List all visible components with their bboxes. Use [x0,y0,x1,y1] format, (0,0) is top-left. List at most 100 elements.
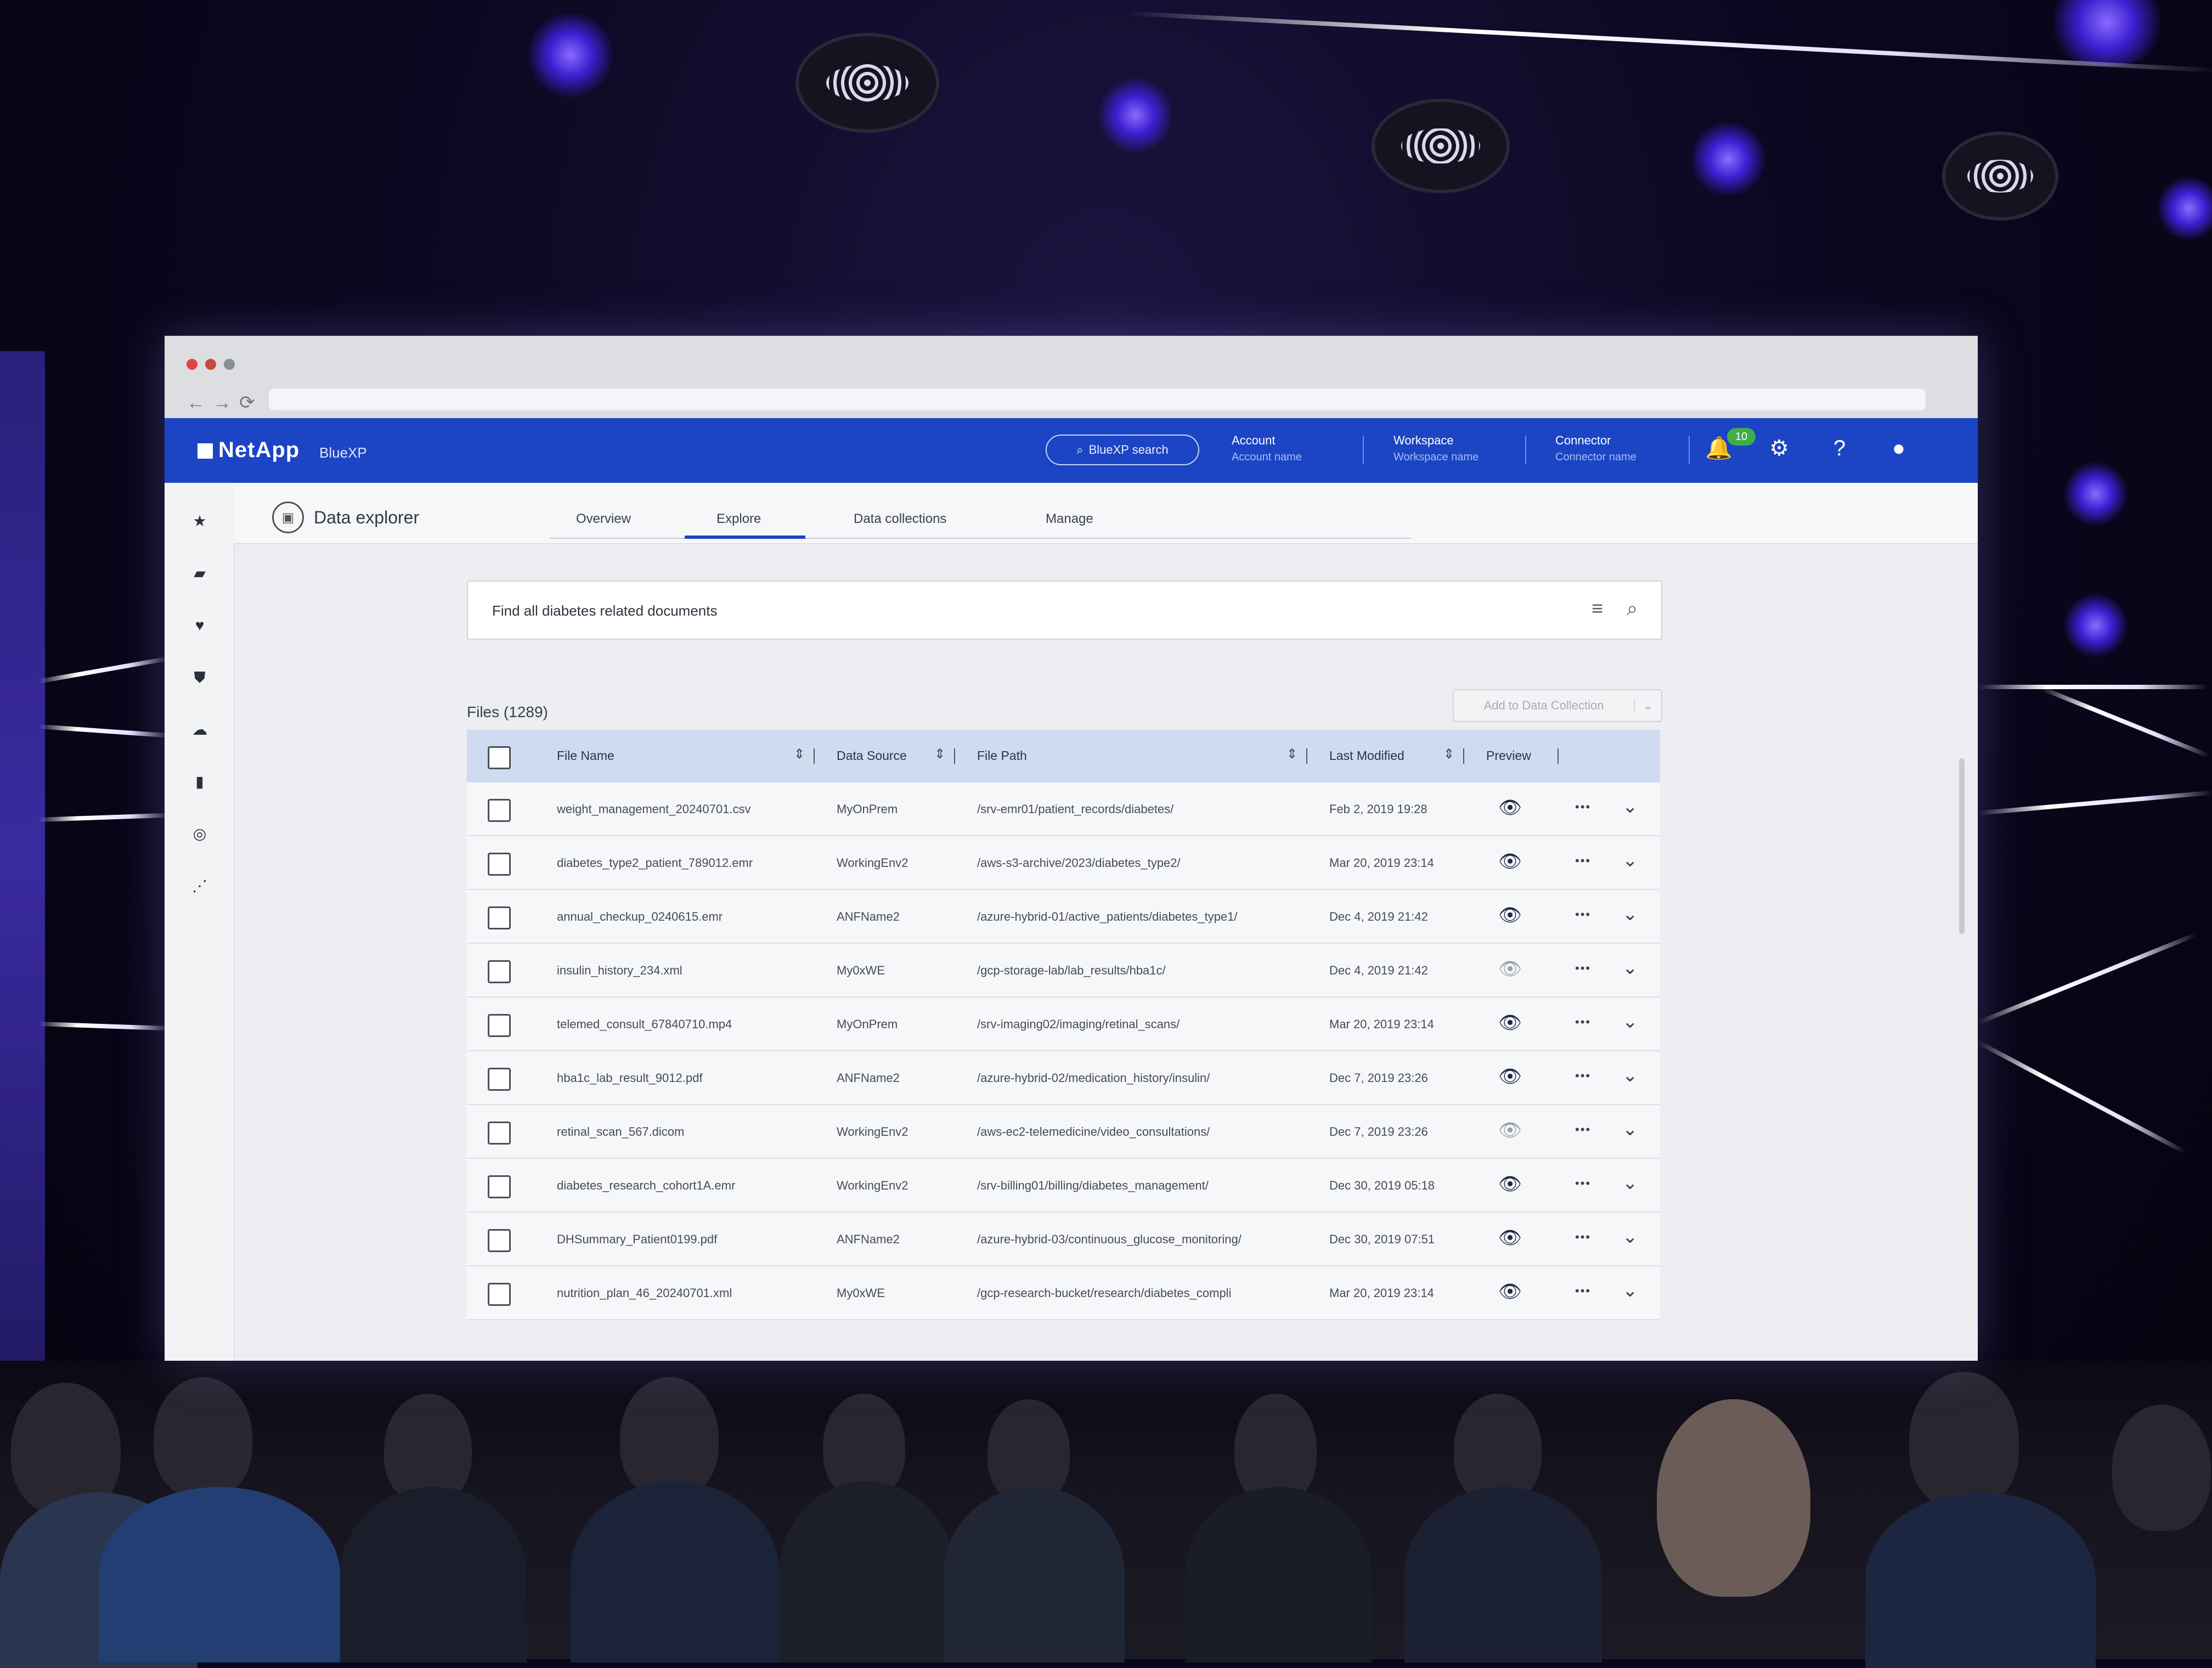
data-source: WorkingEnv2 [837,1125,909,1139]
column-header-data-source[interactable]: Data Source [837,748,907,763]
help-icon[interactable]: ? [1826,435,1853,462]
sort-icon[interactable]: ⇕ [1286,746,1297,762]
eye-icon[interactable]: 👁 [1498,1012,1522,1034]
tab-data-collections[interactable]: Data collections [854,511,946,527]
file-name[interactable]: weight_management_20240701.csv [557,802,751,816]
natural-language-search-input[interactable]: Find all diabetes related documents ≡ ⌕ [467,581,1662,640]
table-row[interactable]: retinal_scan_567.dicom WorkingEnv2/aws-ec… [467,1105,1660,1159]
address-bar[interactable] [269,388,1926,410]
bar-chart-icon[interactable]: ▮ [189,771,211,793]
tab-explore[interactable]: Explore [716,511,761,527]
file-name[interactable]: telemed_consult_67840710.mp4 [557,1017,732,1032]
chevron-down-icon[interactable]: ⌄ [1622,1064,1638,1086]
chevron-down-icon[interactable]: ⌄ [1634,698,1661,713]
search-icon[interactable]: ⌕ [1627,597,1638,621]
column-header-file-name[interactable]: File Name [557,748,614,763]
file-name[interactable]: diabetes_type2_patient_789012.emr [557,856,753,870]
netapp-logo[interactable]: NetApp [198,438,300,463]
tab-manage[interactable]: Manage [1046,511,1093,527]
row-checkbox[interactable] [488,1229,511,1252]
column-header-file-path[interactable]: File Path [977,748,1027,763]
more-actions-icon[interactable]: ••• [1575,1015,1591,1029]
workspace-selector[interactable]: Workspace Workspace name [1393,432,1479,465]
file-name[interactable]: hba1c_lab_result_9012.pdf [557,1071,702,1085]
table-row[interactable]: nutrition_plan_46_20240701.xml My0xWE/gcp… [467,1266,1660,1320]
tab-overview[interactable]: Overview [576,511,631,527]
chevron-down-icon[interactable]: ⌄ [1622,849,1638,871]
file-name[interactable]: DHSummary_Patient0199.pdf [557,1232,717,1247]
file-path: /gcp-storage-lab/lab_results/hba1c/ [977,963,1166,977]
column-header-last-modified[interactable]: Last Modified [1329,748,1404,763]
chevron-down-icon[interactable]: ⌄ [1622,1118,1638,1140]
chevron-down-icon[interactable]: ⌄ [1622,957,1638,979]
row-checkbox[interactable] [488,960,511,983]
chevron-down-icon[interactable]: ⌄ [1622,796,1638,818]
file-name[interactable]: annual_checkup_0240615.emr [557,910,723,924]
share-nodes-icon[interactable]: ⋰ [189,875,211,897]
user-avatar-icon[interactable]: ● [1885,435,1912,462]
table-row[interactable]: insulin_history_234.xml My0xWE/gcp-storag… [467,944,1660,998]
eye-icon[interactable]: 👁 [1498,1227,1522,1249]
file-name[interactable]: nutrition_plan_46_20240701.xml [557,1286,732,1300]
row-checkbox[interactable] [488,906,511,929]
eye-icon[interactable]: 👁 [1498,850,1522,872]
chevron-down-icon[interactable]: ⌄ [1622,1226,1638,1248]
row-checkbox[interactable] [488,853,511,876]
row-checkbox[interactable] [488,799,511,822]
table-row[interactable]: annual_checkup_0240615.emr ANFName2/azure… [467,890,1660,944]
table-row[interactable]: weight_management_20240701.csv MyOnPrem/s… [467,782,1660,836]
file-name[interactable]: retinal_scan_567.dicom [557,1125,684,1139]
account-selector[interactable]: Account Account name [1232,432,1302,465]
target-icon[interactable]: ◎ [189,823,211,845]
more-actions-icon[interactable]: ••• [1575,800,1591,814]
sort-icon[interactable]: ⇕ [794,746,805,762]
heart-shield-icon[interactable]: ♥ [189,615,211,636]
more-actions-icon[interactable]: ••• [1575,1069,1591,1083]
eye-icon[interactable]: 👁 [1498,1173,1522,1195]
chevron-down-icon[interactable]: ⌄ [1622,903,1638,925]
table-row[interactable]: DHSummary_Patient0199.pdf ANFName2/azure-… [467,1213,1660,1266]
row-checkbox[interactable] [488,1122,511,1145]
close-window-button[interactable] [187,359,198,370]
select-all-checkbox[interactable] [488,746,511,769]
minimize-window-button[interactable] [205,359,216,370]
eye-icon[interactable]: 👁 [1498,1281,1522,1303]
vertical-scrollbar[interactable] [1959,758,1965,934]
table-row[interactable]: diabetes_type2_patient_789012.emr Working… [467,836,1660,890]
more-actions-icon[interactable]: ••• [1575,854,1591,868]
row-checkbox[interactable] [488,1014,511,1037]
chevron-down-icon[interactable]: ⌄ [1622,1280,1638,1301]
storage-icon[interactable]: ▰ [189,562,211,584]
eye-icon[interactable]: 👁 [1498,797,1522,819]
chevron-down-icon[interactable]: ⌄ [1622,1011,1638,1033]
file-name[interactable]: insulin_history_234.xml [557,963,682,978]
more-actions-icon[interactable]: ••• [1575,1176,1591,1191]
gear-icon[interactable]: ⚙ [1765,435,1793,462]
row-checkbox[interactable] [488,1068,511,1091]
more-actions-icon[interactable]: ••• [1575,1230,1591,1244]
more-actions-icon[interactable]: ••• [1575,1284,1591,1298]
bluexp-search-button[interactable]: ⌕ BlueXP search [1046,435,1199,465]
more-actions-icon[interactable]: ••• [1575,961,1591,976]
sort-icon[interactable]: ⇕ [934,746,945,762]
more-actions-icon[interactable]: ••• [1575,908,1591,922]
cloud-sync-icon[interactable]: ☁ [189,719,211,741]
more-actions-icon[interactable]: ••• [1575,1123,1591,1137]
file-name[interactable]: diabetes_research_cohort1A.emr [557,1179,735,1193]
add-to-data-collection-button[interactable]: Add to Data Collection ⌄ [1453,689,1662,722]
row-checkbox[interactable] [488,1283,511,1306]
row-checkbox[interactable] [488,1175,511,1198]
table-row[interactable]: telemed_consult_67840710.mp4 MyOnPrem/srv… [467,998,1660,1051]
table-row[interactable]: diabetes_research_cohort1A.emr WorkingEnv… [467,1159,1660,1213]
filter-icon[interactable]: ≡ [1592,597,1603,620]
star-icon[interactable]: ★ [189,510,211,532]
shield-icon[interactable]: ⛊ [189,667,211,689]
chevron-down-icon[interactable]: ⌄ [1622,1172,1638,1194]
table-row[interactable]: hba1c_lab_result_9012.pdf ANFName2/azure-… [467,1051,1660,1105]
browser-nav-icons[interactable]: ←→⟳ [187,392,263,414]
connector-selector[interactable]: Connector Connector name [1555,432,1637,465]
eye-icon[interactable]: 👁 [1498,904,1522,926]
eye-icon[interactable]: 👁 [1498,1066,1522,1087]
maximize-window-button[interactable] [224,359,235,370]
sort-icon[interactable]: ⇕ [1443,746,1454,762]
